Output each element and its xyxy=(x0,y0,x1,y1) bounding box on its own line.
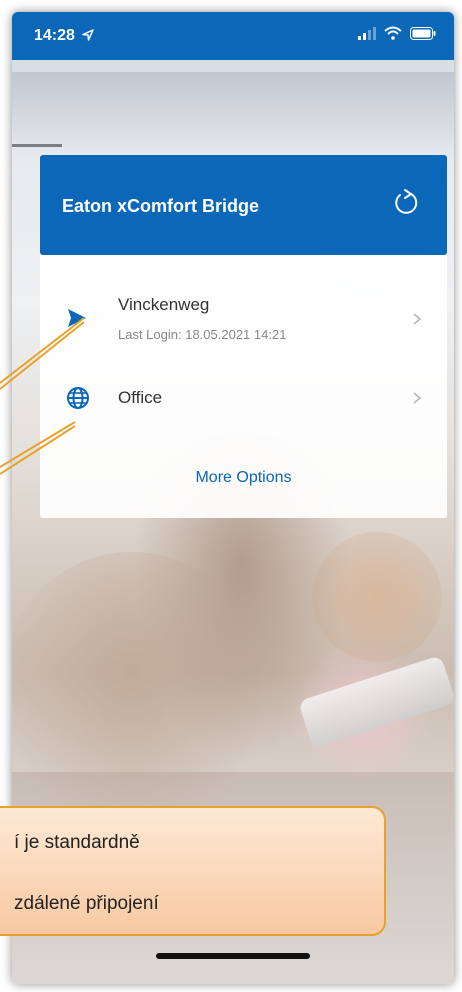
connection-list: Vinckenweg Last Login: 18.05.2021 14:21 … xyxy=(40,255,447,518)
callout-text-line2: zdálené připojení xyxy=(14,893,159,914)
connection-item-remote[interactable]: Office xyxy=(40,372,447,424)
globe-icon xyxy=(67,387,89,409)
background-shelf xyxy=(12,144,62,147)
connection-item-local[interactable]: Vinckenweg Last Login: 18.05.2021 14:21 xyxy=(40,283,447,355)
callout-text-line1: í je standardně xyxy=(14,832,140,853)
home-indicator xyxy=(156,953,310,959)
refresh-icon[interactable] xyxy=(391,187,421,217)
status-icons xyxy=(358,26,436,40)
annotation-callout xyxy=(0,806,386,936)
status-time-text: 14:28 xyxy=(34,27,75,44)
bridge-header-card: Eaton xComfort Bridge xyxy=(40,155,447,255)
chevron-right-icon xyxy=(413,313,422,325)
connection-name: Vinckenweg xyxy=(118,295,210,314)
background-tablet xyxy=(297,655,454,749)
cellular-signal-icon xyxy=(358,26,376,40)
bridge-title: Eaton xComfort Bridge xyxy=(62,196,260,216)
play-arrow-icon xyxy=(68,309,86,327)
connection-name: Office xyxy=(118,388,163,407)
wifi-icon xyxy=(384,26,402,40)
background-child-head xyxy=(312,532,442,662)
connection-last-login: Last Login: 18.05.2021 14:21 xyxy=(118,327,287,342)
more-options-link[interactable]: More Options xyxy=(40,469,447,487)
status-time: 14:28 xyxy=(34,27,95,45)
status-bar: 14:28 xyxy=(12,12,454,60)
chevron-right-icon xyxy=(413,392,422,404)
background-child xyxy=(292,642,432,782)
location-arrow-icon xyxy=(82,29,95,41)
background-wall xyxy=(12,72,454,162)
battery-icon xyxy=(410,26,436,40)
